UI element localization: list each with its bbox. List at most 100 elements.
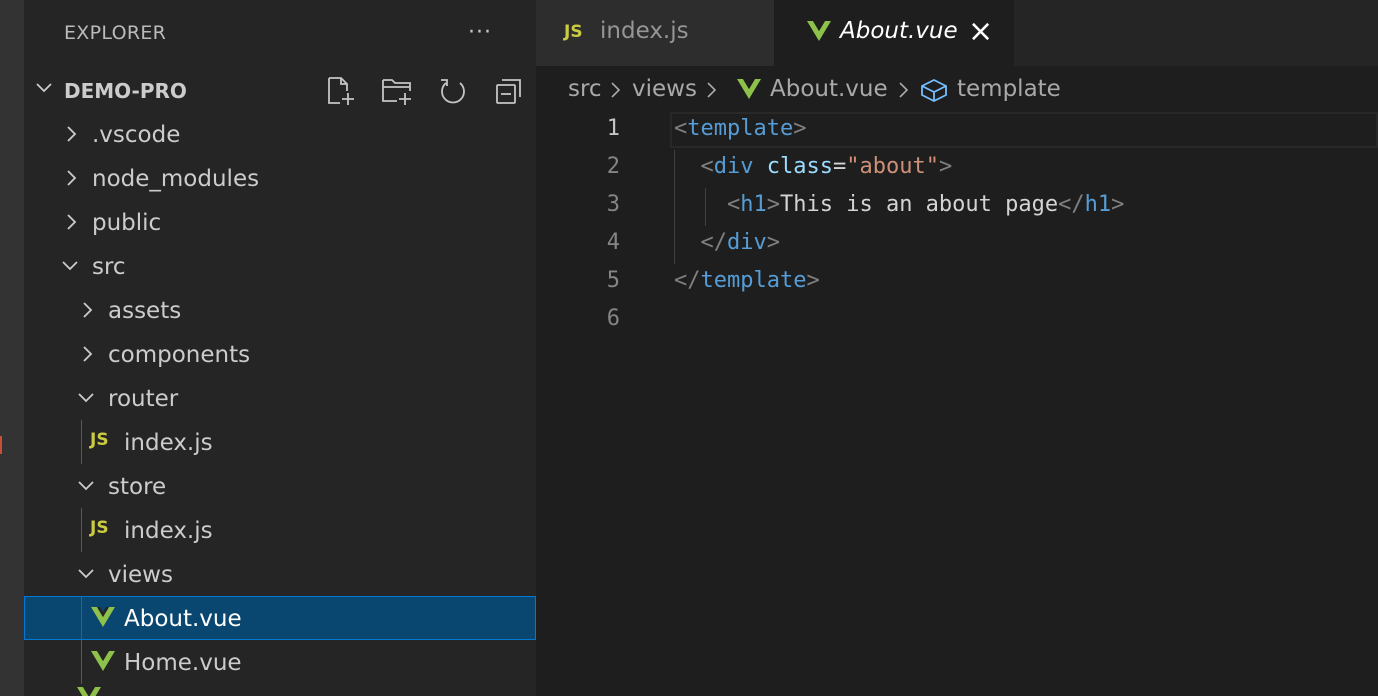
code-line: <h1>This is an about page</h1>	[674, 192, 1124, 217]
chevron-down-icon	[62, 261, 78, 271]
code-editor[interactable]: 123456 <template> <div class="about"> <h…	[536, 112, 1378, 696]
tree-item-label: .vscode	[92, 122, 181, 148]
tree-item-label: views	[108, 562, 173, 588]
line-number: 1	[606, 116, 620, 141]
tree-folder-router[interactable]: router	[24, 376, 536, 420]
code-token: h1	[740, 192, 767, 217]
line-number: 4	[606, 230, 620, 255]
explorer-title: EXPLORER	[64, 22, 167, 44]
close-icon[interactable]: ×	[968, 14, 993, 49]
activity-bar	[0, 0, 24, 696]
indent-guide	[81, 508, 82, 552]
tab-label: About.vue	[840, 18, 958, 44]
chevron-right-icon	[83, 346, 93, 362]
tree-item-label: About.vue	[124, 606, 242, 632]
tree-folder-public[interactable]: public	[24, 200, 536, 244]
tree-folder-src[interactable]: src	[24, 244, 536, 288]
chevron-right-icon	[67, 214, 77, 230]
vue-file-icon	[91, 651, 115, 671]
new-folder-icon[interactable]	[380, 74, 414, 108]
code-token: <	[674, 116, 688, 141]
code-token: <	[726, 192, 741, 217]
breadcrumb-item[interactable]: About.vue	[770, 76, 888, 102]
more-actions-icon[interactable]: ···	[468, 20, 492, 45]
js-file-icon: JS	[564, 22, 583, 42]
code-token: "about"	[846, 154, 939, 179]
js-file-icon: JS	[90, 430, 109, 450]
tab-bar: JS index.js About.vue ×	[536, 0, 1378, 66]
tree-folder-vscode[interactable]: .vscode	[24, 112, 536, 156]
indent-guide	[674, 150, 675, 264]
refresh-icon[interactable]	[436, 74, 470, 108]
tab-index-js[interactable]: JS index.js	[536, 0, 774, 66]
code-token: div	[727, 230, 767, 255]
vue-file-icon	[737, 79, 761, 99]
tree-folder-views[interactable]: views	[24, 552, 536, 596]
tree-folder-assets[interactable]: assets	[24, 288, 536, 332]
chevron-right-icon	[899, 82, 909, 98]
vue-file-icon	[91, 607, 115, 627]
breadcrumb-item[interactable]: src	[568, 76, 602, 102]
tree-item-label: index.js	[124, 430, 213, 456]
explorer-header: EXPLORER ···	[24, 0, 536, 66]
vue-file-icon	[77, 687, 101, 696]
code-token: =	[832, 154, 847, 179]
code-token: >	[766, 230, 780, 255]
line-number: 2	[606, 154, 620, 179]
tree-folder-store[interactable]: store	[24, 464, 536, 508]
chevron-right-icon	[707, 82, 717, 98]
tree-item-label: Home.vue	[124, 650, 242, 676]
code-line: <div class="about">	[674, 154, 953, 179]
explorer-sidebar: EXPLORER ··· DEMO-PRO .vscode node_modul…	[24, 0, 536, 696]
code-token: >	[793, 116, 807, 141]
line-number: 6	[606, 306, 620, 331]
tree-file-home-vue[interactable]: Home.vue	[24, 640, 536, 684]
new-file-icon[interactable]	[324, 74, 358, 108]
project-name: DEMO-PRO	[64, 79, 187, 103]
chevron-right-icon	[83, 302, 93, 318]
code-token: </	[700, 230, 728, 255]
code-token: div	[713, 154, 754, 179]
tree-folder-components[interactable]: components	[24, 332, 536, 376]
chevron-down-icon	[78, 569, 94, 579]
vue-file-icon	[807, 21, 831, 41]
editor-area: JS index.js About.vue × src views About.…	[536, 0, 1378, 696]
code-token: template	[700, 268, 807, 293]
tree-item-label: assets	[108, 298, 182, 324]
breadcrumb: src views About.vue template	[536, 66, 1378, 112]
tree-file-store-index-js[interactable]: JS index.js	[24, 508, 536, 552]
code-token: h1	[1084, 192, 1112, 217]
collapse-all-icon[interactable]	[492, 74, 526, 108]
project-header[interactable]: DEMO-PRO	[24, 68, 536, 112]
code-token: This is an about page	[779, 192, 1059, 217]
indent-guide	[81, 596, 82, 684]
tab-about-vue[interactable]: About.vue ×	[774, 0, 1014, 66]
symbol-structure-icon	[921, 78, 947, 102]
tree-item-label: router	[108, 386, 179, 412]
code-line: <template>	[674, 116, 806, 141]
code-token: </	[674, 268, 701, 293]
breadcrumb-item[interactable]: template	[957, 76, 1061, 102]
code-token: class	[766, 154, 833, 179]
tree-file-about-vue[interactable]: About.vue	[24, 596, 536, 640]
line-number: 5	[606, 268, 620, 293]
code-token: >	[766, 192, 780, 217]
breadcrumb-item[interactable]: views	[632, 76, 697, 102]
line-number: 3	[606, 192, 620, 217]
chevron-right-icon	[67, 126, 77, 142]
tab-label: index.js	[600, 18, 689, 44]
chevron-down-icon	[36, 83, 52, 93]
chevron-right-icon	[611, 82, 621, 98]
tree-file-router-index-js[interactable]: JS index.js	[24, 420, 536, 464]
code-line: </template>	[674, 268, 820, 293]
activity-indicator	[0, 436, 2, 454]
code-token: template	[687, 116, 794, 141]
code-token: >	[806, 268, 820, 293]
tree-folder-node-modules[interactable]: node_modules	[24, 156, 536, 200]
indent-guide	[81, 420, 82, 464]
tree-item-label: store	[108, 474, 167, 500]
code-token: <	[700, 154, 714, 179]
